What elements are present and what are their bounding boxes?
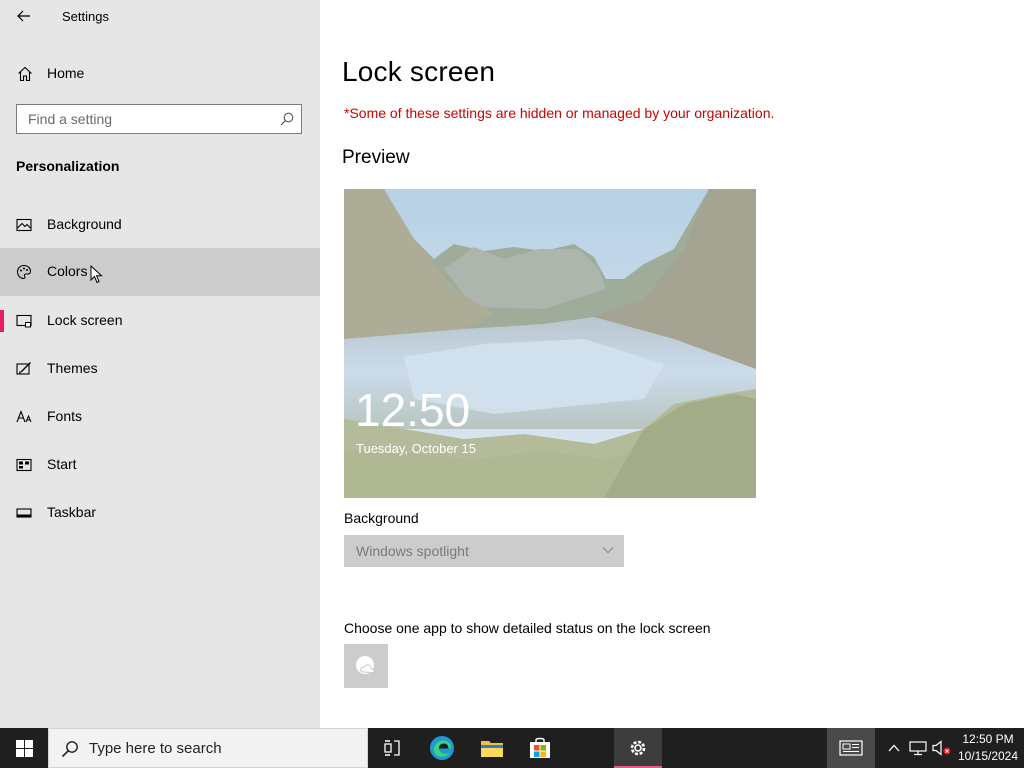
background-dropdown[interactable]: Windows spotlight	[344, 535, 624, 567]
sidebar-item-themes[interactable]: Themes	[0, 345, 320, 393]
microsoft-store-taskbar-button[interactable]	[516, 728, 564, 768]
find-setting-search	[16, 104, 302, 134]
preview-date: Tuesday, October 15	[356, 441, 476, 456]
palette-icon	[16, 264, 32, 280]
sidebar-item-taskbar[interactable]: Taskbar	[0, 489, 320, 537]
clock-date: 10/15/2024	[957, 749, 1019, 763]
sidebar-item-start[interactable]: Start	[0, 441, 320, 489]
main-content: Lock screen *Some of these settings are …	[320, 0, 1024, 728]
gear-icon	[630, 740, 646, 756]
news-widget-button[interactable]	[827, 728, 875, 768]
mouse-cursor-icon	[90, 265, 103, 284]
search-icon[interactable]	[280, 112, 294, 126]
themes-icon	[16, 362, 31, 375]
weather-app-icon	[356, 656, 375, 674]
volume-muted-icon	[932, 740, 951, 756]
background-label: Background	[344, 510, 419, 526]
sidebar-item-lock-screen[interactable]: Lock screen	[0, 297, 320, 345]
network-icon	[909, 741, 927, 756]
sidebar-item-label: Fonts	[47, 408, 83, 424]
sidebar-item-label: Background	[47, 216, 122, 232]
task-view-button[interactable]	[368, 728, 416, 768]
taskbar-clock[interactable]: 12:50 PM 10/15/2024	[956, 731, 1020, 765]
sidebar-item-label: Themes	[47, 360, 98, 376]
sidebar-item-label: Lock screen	[47, 312, 123, 328]
lock-screen-icon	[16, 314, 32, 328]
taskbar-icon	[16, 508, 32, 518]
sidebar-item-label: Start	[47, 456, 77, 472]
back-button[interactable]	[10, 4, 38, 28]
picture-icon	[16, 218, 32, 232]
show-hidden-icons-button[interactable]	[884, 728, 904, 768]
sidebar-item-label: Colors	[47, 263, 88, 279]
sidebar-item-label: Taskbar	[47, 504, 97, 520]
home-nav-item[interactable]: Home	[0, 56, 320, 92]
start-button[interactable]	[0, 728, 48, 768]
chevron-up-icon	[888, 744, 900, 752]
folder-icon	[481, 741, 503, 757]
news-icon	[839, 740, 863, 756]
edge-taskbar-button[interactable]	[418, 728, 466, 768]
settings-taskbar-button[interactable]	[614, 728, 662, 768]
find-setting-input[interactable]	[17, 105, 278, 133]
app-title: Settings	[62, 9, 109, 24]
store-icon	[530, 737, 550, 758]
preview-time: 12:50	[355, 384, 471, 436]
back-arrow-icon	[17, 10, 30, 22]
selected-indicator	[0, 310, 4, 332]
file-explorer-taskbar-button[interactable]	[468, 728, 516, 768]
search-icon	[61, 741, 78, 758]
managed-warning: *Some of these settings are hidden or ma…	[344, 105, 775, 121]
background-dropdown-value: Windows spotlight	[356, 543, 469, 559]
taskbar: Type here to search 12:50 PM 10/15/2024	[0, 728, 1024, 768]
chevron-down-icon	[602, 547, 614, 554]
taskbar-search-box[interactable]: Type here to search	[48, 728, 368, 768]
preview-heading: Preview	[342, 147, 410, 168]
page-title: Lock screen	[342, 56, 496, 87]
lock-screen-preview: 12:50 Tuesday, October 15	[344, 189, 756, 498]
sidebar-item-colors[interactable]: Colors	[0, 248, 320, 296]
detailed-status-label: Choose one app to show detailed status o…	[344, 620, 711, 636]
fonts-icon	[16, 409, 32, 423]
home-icon	[18, 66, 32, 82]
home-label: Home	[47, 65, 85, 81]
sidebar: Settings Home Personalization Background…	[0, 0, 320, 728]
taskbar-search-text: Type here to search	[89, 740, 222, 757]
detailed-status-app-button[interactable]	[344, 644, 388, 688]
network-button[interactable]	[907, 728, 929, 768]
start-icon	[16, 458, 32, 472]
clock-time: 12:50 PM	[962, 732, 1014, 746]
volume-button[interactable]	[931, 728, 953, 768]
sidebar-item-background[interactable]: Background	[0, 201, 320, 249]
sidebar-item-fonts[interactable]: Fonts	[0, 393, 320, 441]
section-title: Personalization	[16, 158, 120, 174]
edge-browser-icon	[430, 736, 454, 760]
task-view-icon	[384, 740, 400, 756]
windows-logo-icon	[15, 739, 33, 757]
